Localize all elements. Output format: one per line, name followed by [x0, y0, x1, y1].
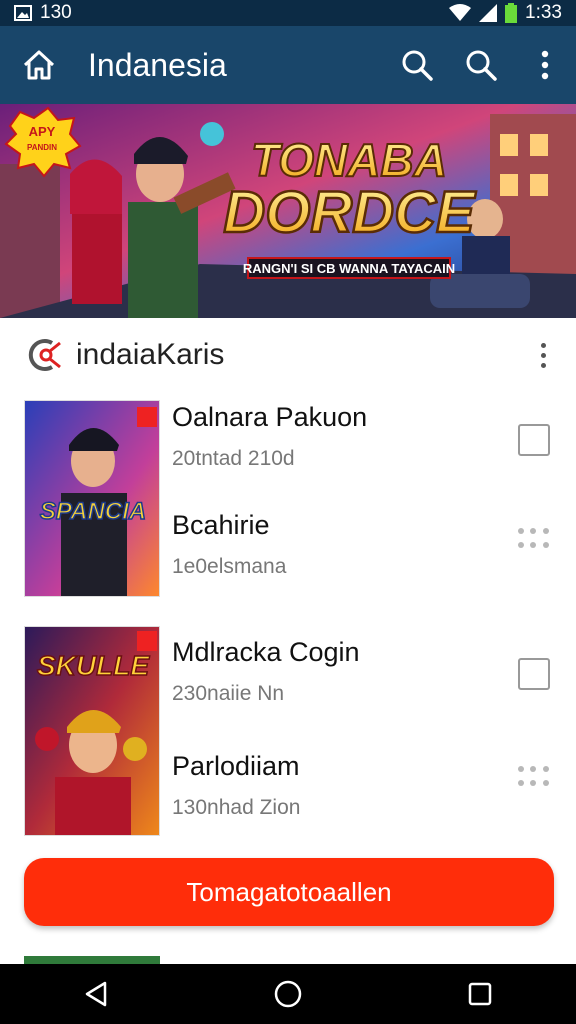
item-subtitle: 230naiie Nn — [172, 682, 285, 705]
home-nav-button[interactable] — [258, 964, 318, 1024]
banner-badge-line1: APY — [29, 124, 56, 139]
back-triangle-icon — [85, 981, 107, 1007]
next-thumbnail-peek — [24, 956, 160, 964]
home-circle-icon — [274, 980, 302, 1008]
status-time-right: 1:33 — [525, 2, 562, 23]
recents-square-icon — [468, 982, 492, 1006]
list-item[interactable]: Mdlracka Cogin 230naiie Nn — [172, 637, 562, 706]
game-thumbnail[interactable]: SKULLE — [24, 626, 160, 836]
recents-button[interactable] — [450, 964, 510, 1024]
item-subtitle: 1e0elsmana — [172, 555, 287, 578]
search-button-secondary[interactable] — [458, 42, 504, 88]
thumbnail-title: SPANCIA — [40, 498, 146, 525]
promo-banner[interactable]: TONABA DORDCE RANGN'I SI CB WANNA TAYACA… — [0, 104, 576, 318]
primary-action-button[interactable]: Tomagatotoaallen — [24, 858, 554, 926]
item-title: Mdlracka Cogin — [172, 637, 360, 667]
system-nav-bar — [0, 964, 576, 1024]
item-checkbox[interactable] — [518, 424, 550, 456]
list-item[interactable]: Oalnara Pakuon 20tntad 210d — [172, 402, 562, 471]
back-button[interactable] — [66, 964, 126, 1024]
page-title: Indanesia — [88, 46, 227, 83]
item-title: Parlodiiam — [172, 751, 300, 781]
app-bar: Indanesia — [0, 26, 576, 104]
status-time-left: 130 — [40, 2, 72, 23]
banner-tagline: RANGN'I SI CB WANNA TAYACAIN — [243, 261, 455, 276]
list-item[interactable]: Bcahirie 1e0elsmana — [172, 510, 562, 579]
banner-badge-line2: PANDIN — [27, 143, 57, 152]
item-subtitle: 20tntad 210d — [172, 447, 295, 470]
drag-handle-icon[interactable] — [518, 766, 550, 788]
battery-icon — [505, 3, 518, 23]
item-subtitle: 130nhad Zion — [172, 796, 301, 819]
more-vert-icon — [541, 50, 549, 80]
item-title: Oalnara Pakuon — [172, 402, 368, 432]
game-thumbnail[interactable]: SPANCIA — [24, 400, 160, 597]
search-icon — [402, 50, 433, 81]
overflow-menu-button[interactable] — [522, 42, 568, 88]
thumbnail-title: SKULLE — [37, 650, 150, 681]
signal-icon — [479, 4, 498, 22]
item-title: Bcahirie — [172, 510, 270, 540]
section-header: indaiaKaris — [0, 318, 576, 392]
item-checkbox[interactable] — [518, 658, 550, 690]
drag-handle-icon[interactable] — [518, 528, 550, 550]
section-title: indaiaKaris — [76, 338, 225, 371]
banner-headline-1: TONABA — [251, 134, 447, 186]
brand-logo-icon — [28, 339, 61, 371]
section-menu-button[interactable] — [528, 335, 558, 375]
list-item[interactable]: Parlodiiam 130nhad Zion — [172, 751, 562, 820]
banner-headline-2: DORDCE — [223, 180, 477, 245]
home-button[interactable] — [20, 46, 58, 84]
home-icon — [23, 50, 55, 80]
image-notification-icon — [14, 5, 32, 21]
wifi-icon — [449, 4, 472, 21]
search-icon — [466, 50, 497, 81]
search-button[interactable] — [394, 42, 440, 88]
status-bar: 130 1:33 — [0, 0, 576, 26]
